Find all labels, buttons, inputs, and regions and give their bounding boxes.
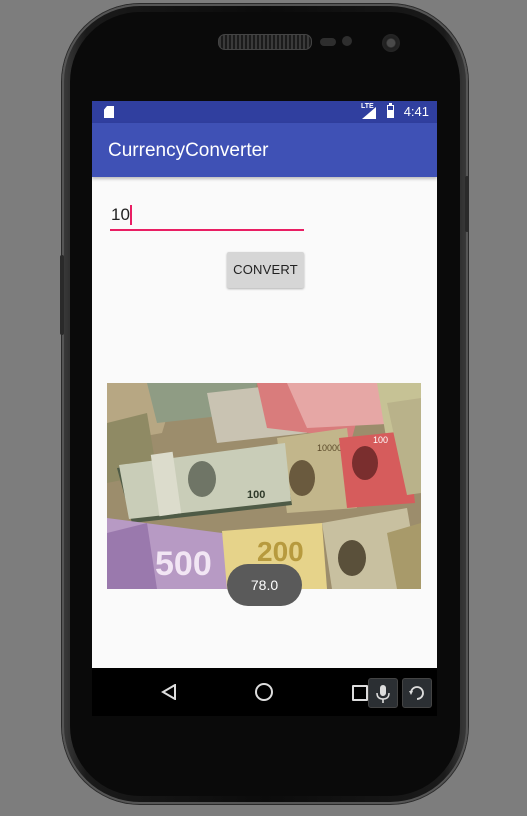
- result-toast: 78.0: [227, 564, 302, 606]
- mic-icon[interactable]: [368, 678, 398, 708]
- proximity-sensor: [320, 38, 336, 46]
- navigation-bar: [92, 668, 437, 716]
- home-icon[interactable]: [255, 683, 273, 701]
- app-screen: LTE 4:41 CurrencyConverter 10 CONVERT 10…: [92, 101, 437, 668]
- banknote-label-10000: 10000: [317, 443, 342, 453]
- convert-button[interactable]: CONVERT: [227, 252, 304, 288]
- status-bar: LTE 4:41: [92, 101, 437, 123]
- status-clock: 4:41: [403, 104, 429, 119]
- front-camera: [382, 34, 400, 52]
- svg-text:100: 100: [373, 435, 388, 445]
- power-button[interactable]: [465, 176, 469, 232]
- rotate-icon[interactable]: [402, 678, 432, 708]
- amount-input[interactable]: 10: [110, 203, 304, 231]
- light-sensor: [342, 36, 352, 46]
- app-title: CurrencyConverter: [108, 140, 269, 161]
- amount-input-value[interactable]: 10: [111, 205, 130, 225]
- battery-icon: [387, 105, 394, 118]
- network-type-label: LTE: [361, 103, 374, 110]
- recents-icon[interactable]: [352, 685, 368, 701]
- sd-card-icon: [104, 106, 114, 118]
- volume-button[interactable]: [60, 255, 64, 335]
- text-cursor: [130, 205, 132, 225]
- currency-image: 10000 100 100 500 200: [107, 383, 421, 589]
- banknote-label-200: 200: [257, 536, 304, 567]
- banknote-label-100: 100: [247, 489, 265, 501]
- banknote-label-500: 500: [155, 545, 212, 583]
- app-bar: CurrencyConverter: [92, 123, 437, 177]
- earpiece-speaker: [218, 34, 312, 50]
- banknotes-illustration: 10000 100 100 500 200: [107, 383, 421, 589]
- back-icon[interactable]: [161, 684, 177, 700]
